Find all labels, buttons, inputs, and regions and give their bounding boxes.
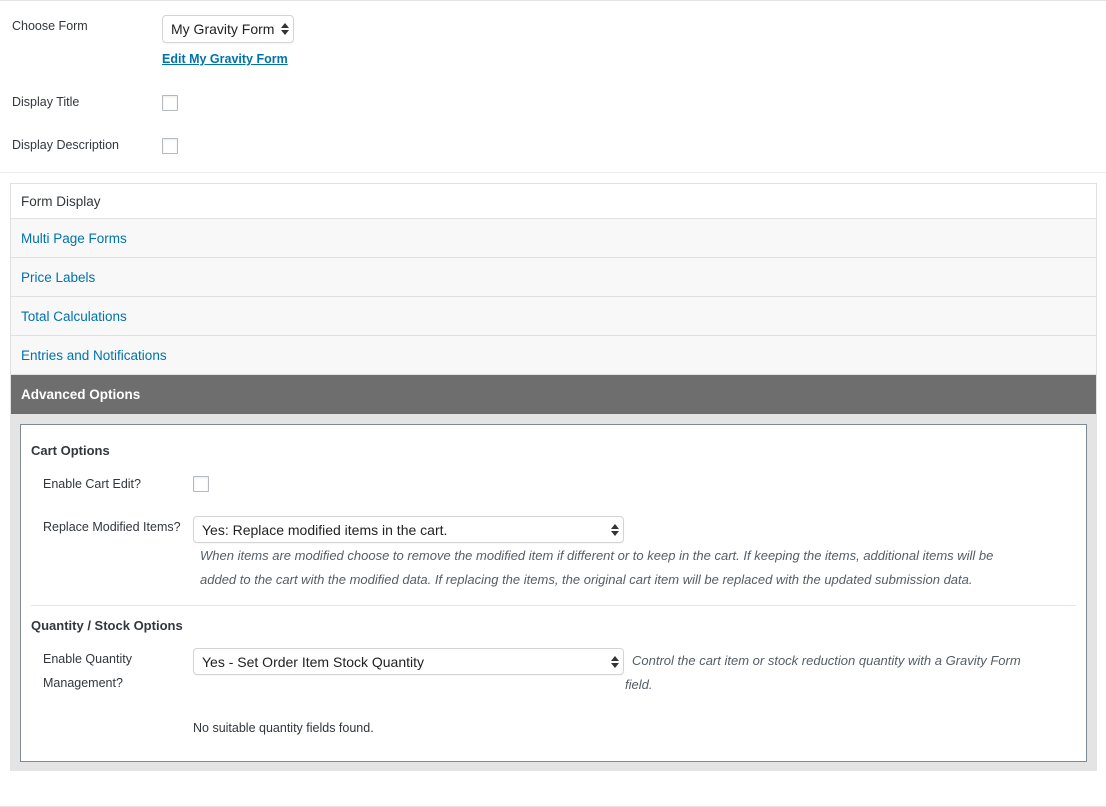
accordion-label: Form Display [21, 194, 101, 209]
cart-options-title: Cart Options [31, 443, 110, 458]
advanced-options-container: Cart Options Enable Cart Edit? Replace M… [10, 414, 1097, 771]
updown-arrows-icon [611, 524, 619, 536]
accordion-label: Entries and Notifications [21, 348, 167, 363]
accordion-price-labels[interactable]: Price Labels [11, 258, 1096, 297]
section-divider [0, 172, 1106, 173]
replace-modified-label: Replace Modified Items? [43, 520, 181, 534]
quantity-management-select[interactable]: Yes - Set Order Item Stock Quantity [193, 648, 624, 675]
accordion-advanced-options[interactable]: Advanced Options [11, 375, 1096, 414]
replace-modified-selected-value: Yes: Replace modified items in the cart. [202, 522, 447, 538]
updown-arrows-icon [281, 23, 289, 35]
accordion-multi-page-forms[interactable]: Multi Page Forms [11, 219, 1096, 258]
no-quantity-fields-notice: No suitable quantity fields found. [193, 721, 374, 735]
top-divider [0, 0, 1106, 1]
accordion-label: Advanced Options [21, 387, 140, 402]
choose-form-label: Choose Form [12, 19, 88, 33]
quantity-management-description-line2: field. [625, 673, 652, 697]
choose-form-select[interactable]: My Gravity Form [162, 15, 294, 43]
accordion-entries-notifications[interactable]: Entries and Notifications [11, 336, 1096, 375]
quantity-options-title: Quantity / Stock Options [31, 618, 183, 633]
display-title-label: Display Title [12, 95, 79, 109]
display-title-checkbox[interactable] [162, 95, 178, 111]
replace-modified-description-line1: When items are modified choose to remove… [200, 544, 993, 568]
settings-accordion: Form Display Multi Page Forms Price Labe… [10, 183, 1097, 414]
updown-arrows-icon [611, 656, 619, 668]
quantity-management-selected-value: Yes - Set Order Item Stock Quantity [202, 654, 424, 670]
edit-form-link[interactable]: Edit My Gravity Form [162, 52, 288, 66]
choose-form-selected-value: My Gravity Form [171, 21, 274, 37]
display-description-label: Display Description [12, 138, 119, 152]
replace-modified-description-line2: added to the cart with the modified data… [200, 568, 972, 592]
accordion-form-display[interactable]: Form Display [11, 184, 1096, 219]
enable-cart-edit-label: Enable Cart Edit? [43, 477, 141, 491]
accordion-label: Price Labels [21, 270, 95, 285]
accordion-label: Multi Page Forms [21, 231, 127, 246]
quantity-management-description-line1: Control the cart item or stock reduction… [632, 649, 1021, 673]
accordion-label: Total Calculations [21, 309, 127, 324]
panel-divider [31, 605, 1076, 606]
enable-quantity-label-line1: Enable Quantity [43, 652, 132, 666]
advanced-options-panel: Cart Options Enable Cart Edit? Replace M… [20, 424, 1087, 762]
enable-quantity-label-line2: Management? [43, 676, 123, 690]
display-description-checkbox[interactable] [162, 138, 178, 154]
replace-modified-select[interactable]: Yes: Replace modified items in the cart. [193, 516, 624, 543]
accordion-total-calculations[interactable]: Total Calculations [11, 297, 1096, 336]
enable-cart-edit-checkbox[interactable] [193, 476, 209, 492]
